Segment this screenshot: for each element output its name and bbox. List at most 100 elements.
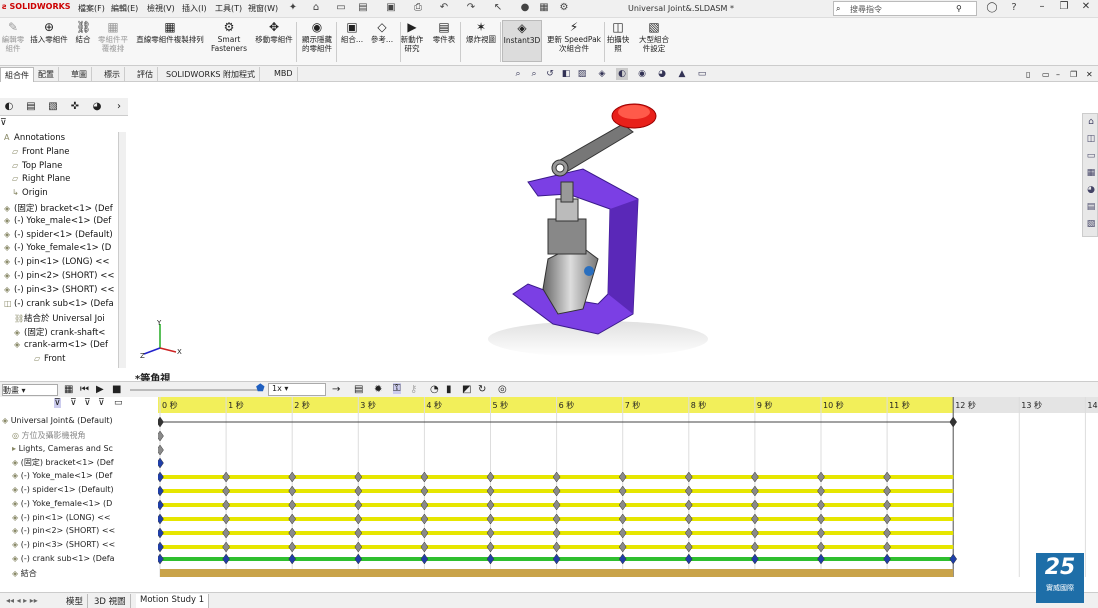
key-point[interactable]	[751, 527, 759, 539]
key-point[interactable]	[354, 527, 363, 539]
key-point[interactable]	[288, 541, 297, 553]
key-point[interactable]	[751, 553, 759, 565]
file-explorer-icon[interactable]: ▭	[1085, 150, 1097, 162]
key-point[interactable]	[552, 553, 561, 565]
home-icon[interactable]: ⌂	[310, 2, 322, 14]
slider-thumb-icon[interactable]: ⬟	[256, 383, 265, 394]
tab-5[interactable]: SOLIDWORKS 附加程式	[162, 67, 260, 82]
results-icon[interactable]: ◎	[498, 384, 507, 395]
key-point[interactable]	[486, 513, 495, 525]
key-point[interactable]	[817, 485, 825, 497]
key-point[interactable]	[883, 499, 891, 511]
menu-item-3[interactable]: 插入(I)	[182, 3, 207, 14]
key-point[interactable]	[618, 541, 627, 553]
key-point[interactable]	[817, 499, 825, 511]
key-point[interactable]	[552, 499, 561, 511]
motion-tree-item[interactable]: ◈ Universal Joint& (Default)	[2, 416, 113, 425]
key-point[interactable]	[222, 485, 230, 497]
key-point[interactable]	[420, 471, 429, 483]
key-point[interactable]	[684, 527, 693, 539]
key-point[interactable]	[158, 471, 164, 483]
key-point[interactable]	[354, 541, 363, 553]
contact-icon[interactable]: ◩	[462, 384, 471, 395]
tree-item[interactable]: ▱ Right Plane	[12, 174, 70, 184]
motion-tree-item[interactable]: ◈ (固定) bracket<1> (Def	[12, 457, 114, 468]
playback-mode-icon[interactable]: →	[332, 384, 340, 395]
tree-item[interactable]: ◈ (-) pin<1> (LONG) <<	[4, 257, 110, 267]
key-point[interactable]	[158, 444, 164, 456]
key-point[interactable]	[883, 471, 891, 483]
key-point[interactable]	[817, 527, 825, 539]
key-point[interactable]	[883, 513, 891, 525]
key-point[interactable]	[751, 471, 759, 483]
tree-item[interactable]: ◈ (-) pin<2> (SHORT) <<	[4, 271, 114, 281]
menu-item-5[interactable]: 視窗(W)	[248, 3, 278, 14]
rebuild-icon[interactable]: ●	[519, 2, 531, 14]
save-animation-icon[interactable]: ▤	[354, 384, 363, 395]
key-point[interactable]	[684, 499, 693, 511]
bottom-tab-1[interactable]: 3D 視圖	[90, 594, 131, 608]
ribbon-button-instant3d[interactable]: ◈ Instant3D	[502, 20, 542, 62]
ribbon-button-fastener[interactable]: ⚙ Smart Fasteners	[208, 20, 250, 62]
ribbon-button-show-hidden[interactable]: ◉ 顯示隱藏 的零組件	[298, 20, 336, 62]
key-point[interactable]	[684, 553, 693, 565]
solidworks-forum-icon[interactable]: ▧	[1085, 218, 1097, 230]
key-point[interactable]	[751, 485, 759, 497]
tree-item[interactable]: ◫ (-) crank sub<1> (Defa	[4, 299, 114, 309]
key-point[interactable]	[486, 471, 495, 483]
play-icon[interactable]: ▶	[96, 384, 104, 395]
key-point[interactable]	[552, 513, 561, 525]
motion-tree-item[interactable]: ◎ 方位及攝影機視角	[12, 430, 86, 441]
feature-tree-scrollbar[interactable]	[118, 132, 126, 368]
dimxpert-icon[interactable]: ✜	[68, 100, 82, 114]
key-point[interactable]	[618, 485, 627, 497]
ribbon-button-exploded-view[interactable]: ✶ 爆炸視圖	[462, 20, 500, 62]
print-icon[interactable]: ⎙	[412, 2, 424, 14]
key-point[interactable]	[158, 485, 164, 497]
key-point[interactable]	[420, 541, 429, 553]
ribbon-button-assembly-features[interactable]: ▣ 組合...	[338, 20, 366, 62]
graphics-area[interactable]	[128, 84, 1078, 380]
view-settings-icon[interactable]: ▭	[696, 68, 708, 80]
ribbon-button-linear-pattern[interactable]: ▦ 零組件平 覆複排	[96, 20, 130, 62]
key-point[interactable]	[883, 541, 891, 553]
key-point[interactable]	[158, 457, 164, 469]
motion-tree-item[interactable]: ◈ (-) Yoke_female<1> (D	[12, 499, 112, 508]
filter-icon[interactable]: ⊽	[0, 118, 128, 130]
tree-item[interactable]: ▱ Front Plane	[12, 147, 70, 157]
options-icon[interactable]: ⚙	[558, 2, 570, 14]
key-point[interactable]	[354, 485, 363, 497]
key-point[interactable]	[222, 527, 230, 539]
key-point[interactable]	[420, 513, 429, 525]
ribbon-button-large-assembly[interactable]: ▧ 大型組合 件設定	[636, 20, 672, 62]
key-point[interactable]	[288, 527, 297, 539]
close-icon[interactable]: ✕	[1078, 1, 1094, 15]
design-library-icon[interactable]: ◫	[1085, 133, 1097, 145]
playback-speed-select[interactable]: 1x ▾	[268, 383, 326, 396]
ribbon-button-insert-component[interactable]: ⊕ 插入零組件	[28, 20, 70, 62]
ribbon-button-reference-geometry[interactable]: ◇ 參考...	[368, 20, 396, 62]
key-point[interactable]	[817, 541, 825, 553]
key-point[interactable]	[684, 541, 693, 553]
key-point[interactable]	[552, 541, 561, 553]
solidworks-logo[interactable]: ƨ SOLIDWORKS	[2, 2, 71, 11]
open-file-icon[interactable]: ▤	[357, 2, 369, 14]
search-input[interactable]: ⌕ 搜尋指令 ⚲	[833, 1, 977, 16]
key-point[interactable]	[486, 553, 495, 565]
undo-icon[interactable]: ↶	[438, 2, 450, 14]
ribbon-button-bom[interactable]: ▤ 零件表	[428, 20, 460, 62]
key-point[interactable]	[618, 499, 627, 511]
spring-icon[interactable]: ▮	[446, 384, 452, 395]
key-point[interactable]	[354, 499, 363, 511]
key-point[interactable]	[486, 541, 495, 553]
key-point[interactable]	[354, 553, 363, 565]
key-point[interactable]	[618, 471, 627, 483]
menu-item-0[interactable]: 檔案(F)	[78, 3, 105, 14]
doc-restore-icon[interactable]: ▭	[1042, 70, 1050, 79]
zoom-area-icon[interactable]: ⌕	[528, 68, 540, 80]
doc-maximize-icon[interactable]: ❐	[1070, 70, 1077, 79]
user-icon[interactable]: ◯	[986, 2, 998, 14]
playback-slider[interactable]	[130, 389, 260, 391]
tab-2[interactable]: 草圖	[67, 67, 92, 82]
key-point[interactable]	[420, 499, 429, 511]
